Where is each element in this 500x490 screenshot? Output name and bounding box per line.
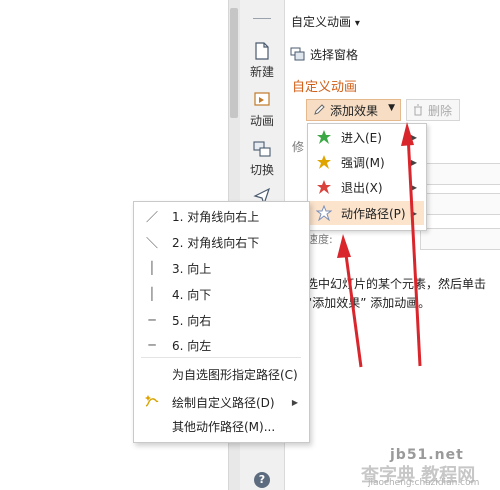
path-item-diagonal-up-right[interactable]: ／ 1. 对角线向右上 (134, 204, 306, 228)
pencil-icon (314, 104, 325, 115)
transition-icon (253, 141, 271, 157)
side-button-transition[interactable]: 切换 (240, 140, 284, 178)
path-item-label: 2. 对角线向右下 (172, 235, 260, 250)
menu-item-label: 退出(X) (341, 180, 383, 195)
side-button-new[interactable]: 新建 (240, 42, 284, 80)
chevron-down-icon: ▼ (388, 103, 395, 113)
delete-label: 删除 (428, 103, 453, 118)
menu-item-label: 动作路径(P) (341, 206, 406, 221)
menu-item-motion-path[interactable]: 动作路径(P) ▶ (308, 201, 424, 225)
horizontal-line-icon: ─ (148, 338, 156, 352)
speed-label: 速度: (307, 233, 333, 246)
new-slide-icon (255, 42, 269, 60)
start-field[interactable] (420, 163, 500, 185)
submenu-arrow-icon: ▶ (410, 208, 417, 218)
draw-path-icon (145, 394, 159, 407)
menu-item-emphasis[interactable]: 强调(M) ▶ (308, 150, 424, 174)
menu-item-exit[interactable]: 退出(X) ▶ (308, 175, 424, 199)
path-item-up[interactable]: │ 3. 向上 (134, 256, 306, 280)
selection-pane-icon (290, 47, 305, 61)
menu-item-label: 进入(E) (341, 130, 382, 145)
scrollbar-thumb[interactable] (230, 8, 238, 118)
path-item-draw-custom[interactable]: 绘制自定义路径(D) ▶ (134, 390, 306, 414)
submenu-arrow-icon: ▶ (410, 182, 417, 192)
path-item-more[interactable]: 其他动作路径(M)... (134, 414, 306, 438)
pane-title-dropdown[interactable]: 自定义动画 ▾ (291, 13, 360, 30)
diagonal-down-icon: ＼ (145, 235, 158, 250)
exit-star-icon (317, 180, 331, 194)
side-button-label: 动画 (249, 114, 274, 128)
path-item-label: 其他动作路径(M)... (172, 419, 276, 434)
chevron-down-icon: ▾ (354, 18, 360, 29)
path-item-label: 5. 向右 (172, 313, 212, 328)
path-item-down[interactable]: │ 4. 向下 (134, 282, 306, 306)
property-field[interactable] (420, 193, 500, 215)
section-title: 自定义动画 (292, 80, 358, 95)
vertical-line-icon: │ (148, 287, 156, 301)
path-item-label: 为自选图形指定路径(C) (172, 367, 298, 382)
motion-path-star-icon (316, 205, 332, 221)
hint-text: 选中幻灯片的某个元素，然后单击 “添加效果” 添加动画。 (306, 277, 487, 310)
animation-icon (254, 92, 270, 106)
submenu-arrow-icon: ▶ (410, 157, 417, 167)
side-button-label: 新建 (249, 65, 274, 79)
path-item-label: 6. 向左 (172, 338, 212, 353)
delete-button[interactable]: 删除 (406, 99, 460, 121)
path-item-left[interactable]: ─ 6. 向左 (134, 333, 306, 357)
select-pane-label: 选择窗格 (310, 47, 359, 62)
path-item-assign-shape[interactable]: 为自选图形指定路径(C) (134, 362, 306, 386)
add-effect-button[interactable]: 添加效果 ▼ (306, 99, 401, 121)
emphasis-star-icon (317, 155, 331, 169)
submenu-arrow-icon: ▶ (410, 132, 417, 142)
speed-field[interactable] (420, 228, 500, 250)
modify-label: 修 (292, 140, 305, 154)
diagonal-up-icon: ／ (145, 209, 158, 224)
path-item-label: 3. 向上 (172, 261, 212, 276)
path-item-label: 4. 向下 (172, 287, 212, 302)
path-item-label: 绘制自定义路径(D) (172, 395, 275, 410)
side-button-label: 切换 (249, 163, 274, 177)
toolbar-grip (253, 18, 271, 19)
path-item-label: 1. 对角线向右上 (172, 209, 260, 224)
horizontal-line-icon: ─ (148, 313, 156, 327)
menu-item-enter[interactable]: 进入(E) ▶ (308, 125, 424, 149)
select-pane-button[interactable]: 选择窗格 (290, 44, 358, 64)
submenu-arrow-icon: ▶ (291, 397, 298, 407)
trash-icon (414, 104, 422, 116)
watermark-text: jiaocheng.chazidian.com (368, 478, 480, 488)
menu-item-label: 强调(M) (341, 155, 385, 170)
side-button-animation[interactable]: 动画 (240, 91, 284, 129)
path-item-right[interactable]: ─ 5. 向右 (134, 308, 306, 332)
menu-separator (141, 357, 301, 358)
vertical-line-icon: │ (148, 261, 156, 275)
pane-title: 自定义动画 (291, 15, 352, 29)
enter-star-icon (317, 130, 331, 144)
path-item-diagonal-down-right[interactable]: ＼ 2. 对角线向右下 (134, 230, 306, 254)
help-icon[interactable]: ? (254, 472, 270, 488)
add-effect-label: 添加效果 (330, 103, 379, 118)
